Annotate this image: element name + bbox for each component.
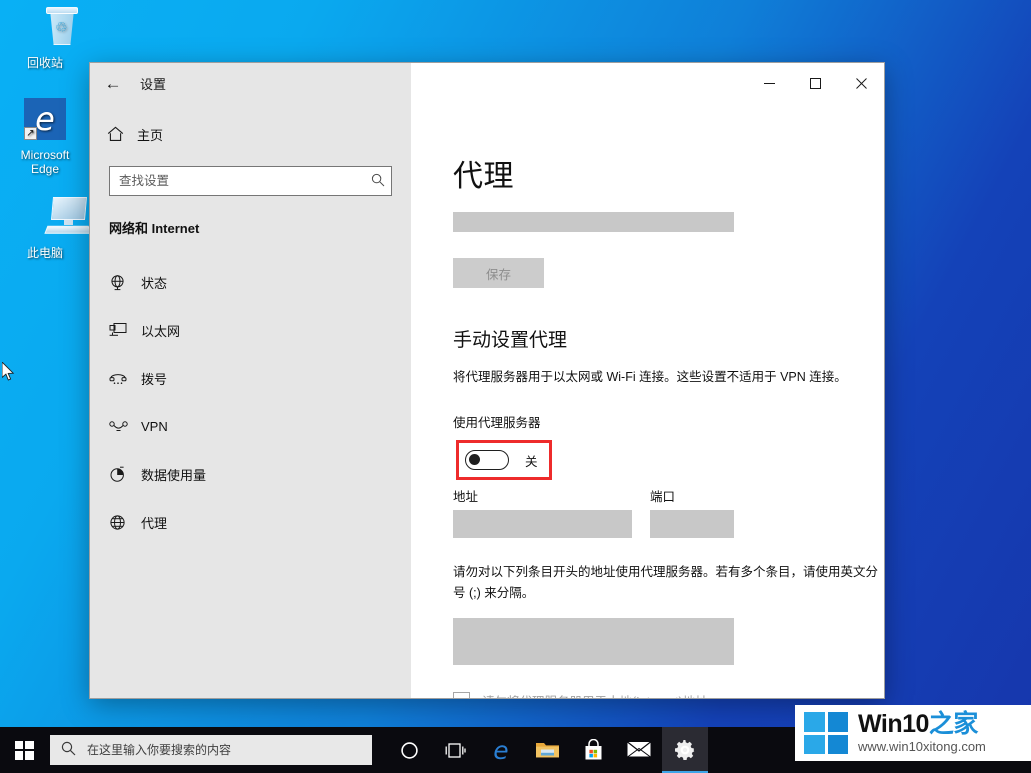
sidebar-item-vpn[interactable]: VPN: [90, 402, 411, 450]
address-field-group: 地址: [453, 486, 632, 538]
file-explorer-icon[interactable]: [524, 727, 570, 773]
minimize-icon: [763, 83, 775, 84]
bypass-local-checkbox[interactable]: [453, 692, 470, 698]
watermark-brand-cn: 之家: [928, 709, 979, 738]
proxy-globe-icon: [109, 514, 141, 531]
search-icon: [61, 741, 76, 759]
windows-start-icon: [14, 740, 34, 760]
sidebar-item-status[interactable]: 状态: [90, 258, 411, 306]
sidebar-item-proxy[interactable]: 代理: [90, 498, 411, 546]
settings-window: ← 设置 主页 查找设置 网络和 Internet 状态 以太网 拨号 VPN …: [90, 63, 884, 698]
watermark-url: www.win10xitong.com: [858, 738, 986, 754]
sidebar-item-label: 以太网: [141, 323, 181, 339]
window-titlebar[interactable]: ← 设置: [90, 63, 884, 104]
windows-logo-icon: [804, 712, 848, 754]
taskbar-icons: e: [386, 727, 708, 773]
desktop-icon-label: Microsoft Edge: [20, 148, 70, 176]
use-proxy-label: 使用代理服务器: [453, 416, 541, 430]
desktop-icon-microsoft-edge[interactable]: e ↗ Microsoft Edge: [6, 96, 84, 176]
window-controls: [746, 63, 884, 104]
exceptions-input[interactable]: [453, 618, 734, 665]
desktop-icon-recycle-bin[interactable]: ♲ 回收站: [6, 6, 84, 70]
home-icon: [107, 126, 137, 142]
taskbar-search-input[interactable]: [87, 743, 372, 757]
port-field-group: 端口: [650, 486, 734, 538]
task-view-icon[interactable]: [432, 727, 478, 773]
sidebar-section-title: 网络和 Internet: [109, 221, 200, 236]
use-proxy-toggle-highlight: 关: [456, 440, 552, 480]
save-button[interactable]: 保存: [453, 258, 544, 288]
microsoft-store-icon[interactable]: [570, 727, 616, 773]
sidebar-item-label: 数据使用量: [141, 467, 207, 483]
settings-search-box[interactable]: [109, 166, 392, 196]
close-button[interactable]: [838, 63, 884, 104]
bypass-local-row[interactable]: 请勿将代理服务器用于本地(Intranet)地址: [453, 691, 884, 698]
maximize-icon: [809, 78, 821, 89]
address-port-row: 地址 端口: [453, 486, 884, 538]
sidebar-item-label: 状态: [141, 275, 168, 291]
sidebar-search-wrap: [90, 152, 411, 196]
settings-search-input[interactable]: [119, 174, 367, 188]
globe-status-icon: [109, 274, 141, 291]
data-usage-pie-icon: [109, 466, 141, 483]
bypass-local-label: 请勿将代理服务器用于本地(Intranet)地址: [482, 691, 708, 698]
sidebar-item-ethernet[interactable]: 以太网: [90, 306, 411, 354]
sidebar-home-label: 主页: [137, 127, 164, 143]
this-pc-icon: [6, 196, 92, 242]
minimize-button[interactable]: [746, 63, 792, 104]
shortcut-arrow-icon: ↗: [24, 127, 37, 140]
exceptions-description: 请勿对以下列条目开头的地址使用代理服务器。若有多个条目，请使用英文分号 (;) …: [453, 565, 879, 600]
sidebar-item-data-usage[interactable]: 数据使用量: [90, 450, 411, 498]
sidebar-nav: 状态 以太网 拨号 VPN 数据使用量 代理: [90, 258, 411, 546]
close-icon: [855, 78, 867, 89]
sidebar-item-label: VPN: [141, 418, 168, 434]
settings-gear-icon[interactable]: [662, 727, 708, 773]
manual-proxy-heading: 手动设置代理: [453, 330, 568, 351]
desktop-icon-label: 此电脑: [26, 246, 63, 260]
maximize-button[interactable]: [792, 63, 838, 104]
port-label: 端口: [650, 490, 676, 504]
port-input[interactable]: [650, 510, 734, 538]
sidebar-item-label: 代理: [141, 515, 168, 531]
back-arrow-icon: ←: [104, 73, 122, 93]
recycle-bin-icon: ♲: [6, 6, 84, 52]
sidebar-item-dialup[interactable]: 拨号: [90, 354, 411, 402]
toggle-knob: [469, 454, 480, 465]
microsoft-edge-icon: e ↗: [6, 98, 84, 144]
sidebar-item-home[interactable]: 主页: [90, 116, 411, 152]
use-proxy-toggle[interactable]: [465, 450, 509, 470]
back-button[interactable]: ←: [90, 63, 136, 104]
ethernet-icon: [109, 322, 141, 338]
watermark-brand-en: Win10: [858, 709, 929, 738]
vpn-icon: [109, 420, 141, 433]
address-label: 地址: [453, 490, 479, 504]
toggle-state-label: 关: [525, 454, 538, 469]
window-title: 设置: [140, 77, 167, 92]
taskbar-search-box[interactable]: [50, 735, 372, 765]
titlebar-spacer: [411, 63, 746, 104]
auto-proxy-script-field[interactable]: [453, 212, 734, 232]
microsoft-edge-icon[interactable]: e: [478, 727, 524, 773]
page-title: 代理: [453, 160, 514, 193]
desktop-icon-label: 回收站: [26, 56, 63, 70]
search-icon: [367, 173, 385, 190]
mouse-cursor: [2, 362, 15, 381]
site-watermark: Win10之家 www.win10xitong.com: [795, 705, 1031, 761]
cortana-icon[interactable]: [386, 727, 432, 773]
manual-proxy-description: 将代理服务器用于以太网或 Wi-Fi 连接。这些设置不适用于 VPN 连接。: [453, 370, 847, 384]
desktop-icon-this-pc[interactable]: 此电脑: [6, 196, 92, 260]
watermark-brand: Win10之家: [858, 710, 978, 738]
sidebar-item-label: 拨号: [141, 371, 168, 387]
settings-sidebar: 主页 网络和 Internet: [90, 104, 411, 698]
address-input[interactable]: [453, 510, 632, 538]
settings-content: 代理 保存 手动设置代理 将代理服务器用于以太网或 Wi-Fi 连接。这些设置不…: [411, 104, 884, 698]
start-button[interactable]: [0, 727, 48, 773]
dialup-phone-icon: [109, 371, 141, 386]
mail-icon[interactable]: [616, 727, 662, 773]
